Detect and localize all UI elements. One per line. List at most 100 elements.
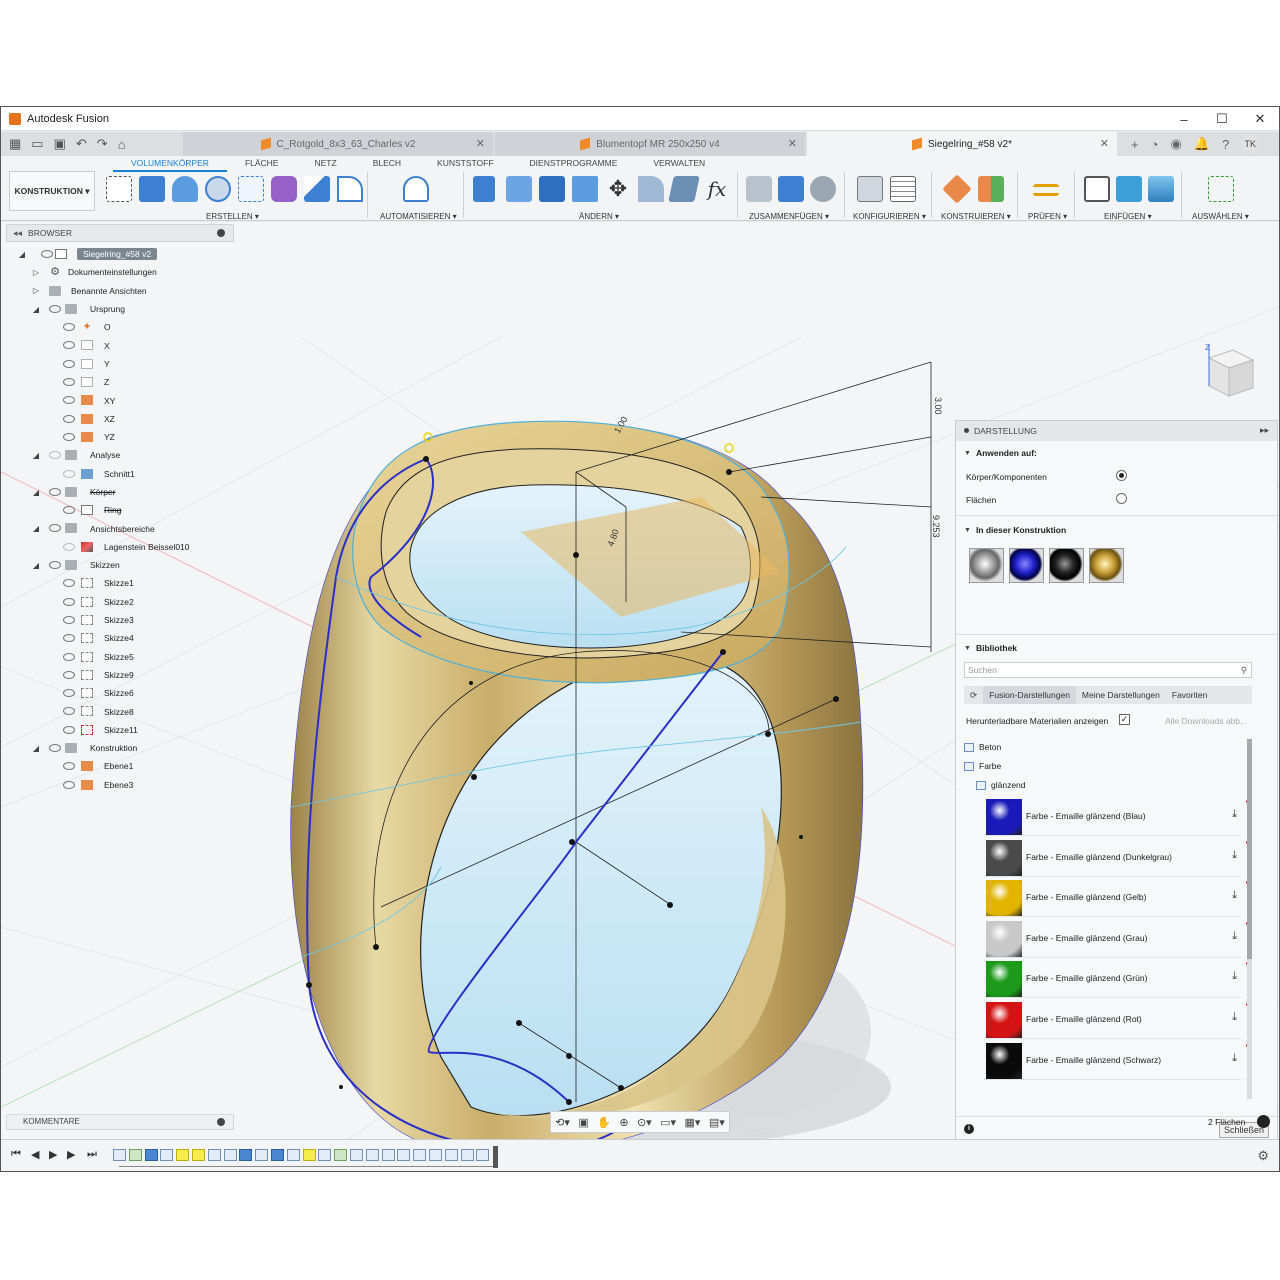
visibility-eye-icon[interactable] <box>49 561 61 570</box>
timeline-prev-icon[interactable]: ◀ <box>31 1148 39 1161</box>
zoom-icon[interactable]: ⊕ <box>619 1116 628 1129</box>
browser-node[interactable]: ▷ ⚙ Dokumenteinstellungen <box>11 263 251 281</box>
job-status-icon[interactable]: ◉ <box>1170 136 1181 152</box>
user-avatar[interactable]: TK <box>1241 135 1260 153</box>
create-sketch-icon[interactable] <box>106 176 132 202</box>
expand-toggle-icon[interactable]: ◢ <box>31 488 41 497</box>
parameters-fx-icon[interactable]: fx <box>704 176 730 202</box>
visibility-eye-icon[interactable] <box>63 597 75 606</box>
browser-node[interactable]: Skizze9 <box>11 666 251 684</box>
browser-node[interactable]: Ring <box>11 501 251 519</box>
timeline-feature-icon[interactable] <box>460 1149 474 1161</box>
configure-icon[interactable] <box>857 176 883 202</box>
timeline-play-icon[interactable]: ▶ <box>49 1148 57 1161</box>
browser-node[interactable]: Skizze5 <box>11 648 251 666</box>
download-icon[interactable]: ⤓ <box>1232 970 1237 983</box>
visibility-eye-icon[interactable] <box>63 762 75 771</box>
expand-panel-icon[interactable]: ▸▸ <box>1260 425 1269 436</box>
group-zusammenfuegen[interactable]: ZUSAMMENFÜGEN ▾ <box>749 212 829 221</box>
group-automatisieren[interactable]: AUTOMATISIEREN ▾ <box>380 212 457 221</box>
close-button[interactable]: ✕ <box>1241 107 1279 131</box>
grid-settings-icon[interactable]: ▦▾ <box>684 1116 700 1129</box>
group-auswaehlen[interactable]: AUSWÄHLEN ▾ <box>1192 212 1249 221</box>
visibility-eye-icon[interactable] <box>63 396 75 405</box>
ribbon-tab-kunststoff[interactable]: KUNSTSTOFF <box>419 158 512 172</box>
browser-node[interactable]: Skizze11 <box>11 721 251 739</box>
visibility-eye-icon[interactable] <box>63 689 75 698</box>
visibility-eye-icon[interactable] <box>63 432 75 441</box>
browser-node[interactable]: Y <box>11 355 251 373</box>
folder-beton[interactable]: Beton <box>964 742 1001 752</box>
info-icon[interactable]: i <box>964 1124 974 1134</box>
shell-icon[interactable] <box>572 176 598 202</box>
browser-node[interactable]: YZ <box>11 428 251 446</box>
visibility-eye-icon[interactable] <box>63 780 75 789</box>
dimension-d1[interactable]: 3.00 <box>933 397 943 415</box>
library-search-input[interactable]: Suchen ⚲ <box>964 662 1252 678</box>
insert-derive-icon[interactable] <box>1084 176 1110 202</box>
joint-icon[interactable] <box>746 176 772 202</box>
apps-grid-icon[interactable]: ▦ <box>9 136 21 152</box>
material-list-item[interactable]: Farbe - Emaille glänzend (Schwarz) ⤓ <box>986 1042 1249 1080</box>
appearance-thumb-blue[interactable] <box>1009 548 1044 583</box>
visibility-eye-icon[interactable] <box>63 707 75 716</box>
timeline-settings-gear-icon[interactable]: ⚙ <box>1257 1148 1269 1164</box>
browser-node[interactable]: Ebene3 <box>11 776 251 794</box>
insert-mesh-icon[interactable] <box>1116 176 1142 202</box>
tab-my-appearances[interactable]: Meine Darstellungen <box>1076 686 1166 704</box>
browser-node[interactable]: ◢ Ursprung <box>11 300 251 318</box>
timeline-feature-icon[interactable] <box>318 1149 332 1161</box>
ribbon-tab-flaeche[interactable]: FLÄCHE <box>227 158 297 172</box>
close-tab-icon[interactable]: ✕ <box>1100 137 1109 150</box>
save-icon[interactable]: ▣ <box>54 136 66 152</box>
visibility-eye-icon[interactable] <box>49 524 61 533</box>
download-icon[interactable]: ⤓ <box>1232 1011 1237 1024</box>
expand-toggle-icon[interactable]: ◢ <box>31 561 41 570</box>
tab-blumentopf[interactable]: Blumentopf MR 250x250 v4 ✕ <box>495 132 805 156</box>
in-design-section-header[interactable]: In dieser Konstruktion <box>964 525 1066 535</box>
material-list-item[interactable]: Farbe - Emaille glänzend (Dunkelgrau) ⤓ <box>986 839 1249 877</box>
visibility-eye-icon[interactable] <box>63 506 75 515</box>
library-section-header[interactable]: Bibliothek <box>964 643 1017 653</box>
new-tab-icon[interactable]: + <box>1131 137 1139 152</box>
redo-icon[interactable]: ↷ <box>97 136 108 152</box>
expand-toggle-icon[interactable]: ◢ <box>17 250 27 259</box>
plane-at-angle-icon[interactable] <box>978 176 1004 202</box>
visibility-eye-icon[interactable] <box>49 304 61 313</box>
new-component-icon[interactable] <box>778 176 804 202</box>
browser-node[interactable]: ◢ Körper <box>11 483 251 501</box>
timeline-feature-icon[interactable] <box>429 1149 442 1161</box>
browser-node[interactable]: ◢ Ansichtsbereiche <box>11 519 251 537</box>
revolve-icon[interactable] <box>172 176 198 202</box>
browser-node[interactable]: Z <box>11 373 251 391</box>
timeline-feature-icon[interactable] <box>334 1149 348 1161</box>
appearance-panel-header[interactable]: DARSTELLUNG ▸▸ <box>956 421 1277 441</box>
expand-toggle-icon[interactable]: ◢ <box>31 305 41 314</box>
visibility-eye-icon[interactable] <box>63 542 75 551</box>
hole-icon[interactable] <box>205 176 231 202</box>
browser-node[interactable]: Skizze2 <box>11 593 251 611</box>
timeline-feature-icon[interactable] <box>302 1149 316 1161</box>
refresh-icon[interactable]: ⟳ <box>964 686 983 704</box>
home-icon[interactable]: ⌂ <box>118 137 126 152</box>
fit-icon[interactable]: ⊙▾ <box>637 1116 652 1129</box>
browser-node[interactable]: Skizze4 <box>11 629 251 647</box>
ribbon-tab-dienstprogramme[interactable]: DIENSTPROGRAMME <box>512 158 636 172</box>
material-list-item[interactable]: Farbe - Emaille glänzend (Grau) ⤓ <box>986 920 1249 958</box>
visibility-eye-icon[interactable] <box>63 634 75 643</box>
insert-canvas-icon[interactable] <box>1148 176 1174 202</box>
visibility-eye-icon[interactable] <box>49 487 61 496</box>
viewports-icon[interactable]: ▤▾ <box>709 1116 725 1129</box>
timeline-feature-icon[interactable] <box>176 1149 190 1161</box>
timeline-feature-icon[interactable] <box>476 1149 490 1161</box>
minimize-button[interactable]: – <box>1165 107 1203 131</box>
browser-node[interactable]: Skizze6 <box>11 684 251 702</box>
group-erstellen[interactable]: ERSTELLEN ▾ <box>206 212 259 221</box>
visibility-eye-icon[interactable] <box>49 451 61 460</box>
radio-bodies[interactable] <box>1116 470 1127 481</box>
browser-node[interactable]: Skizze8 <box>11 702 251 720</box>
group-aendern[interactable]: ÄNDERN ▾ <box>579 212 619 221</box>
press-pull-icon[interactable] <box>473 176 495 202</box>
browser-node[interactable]: Lagenstein Beissel010 <box>11 538 251 556</box>
timeline-first-icon[interactable]: ⏮ <box>11 1148 21 1161</box>
